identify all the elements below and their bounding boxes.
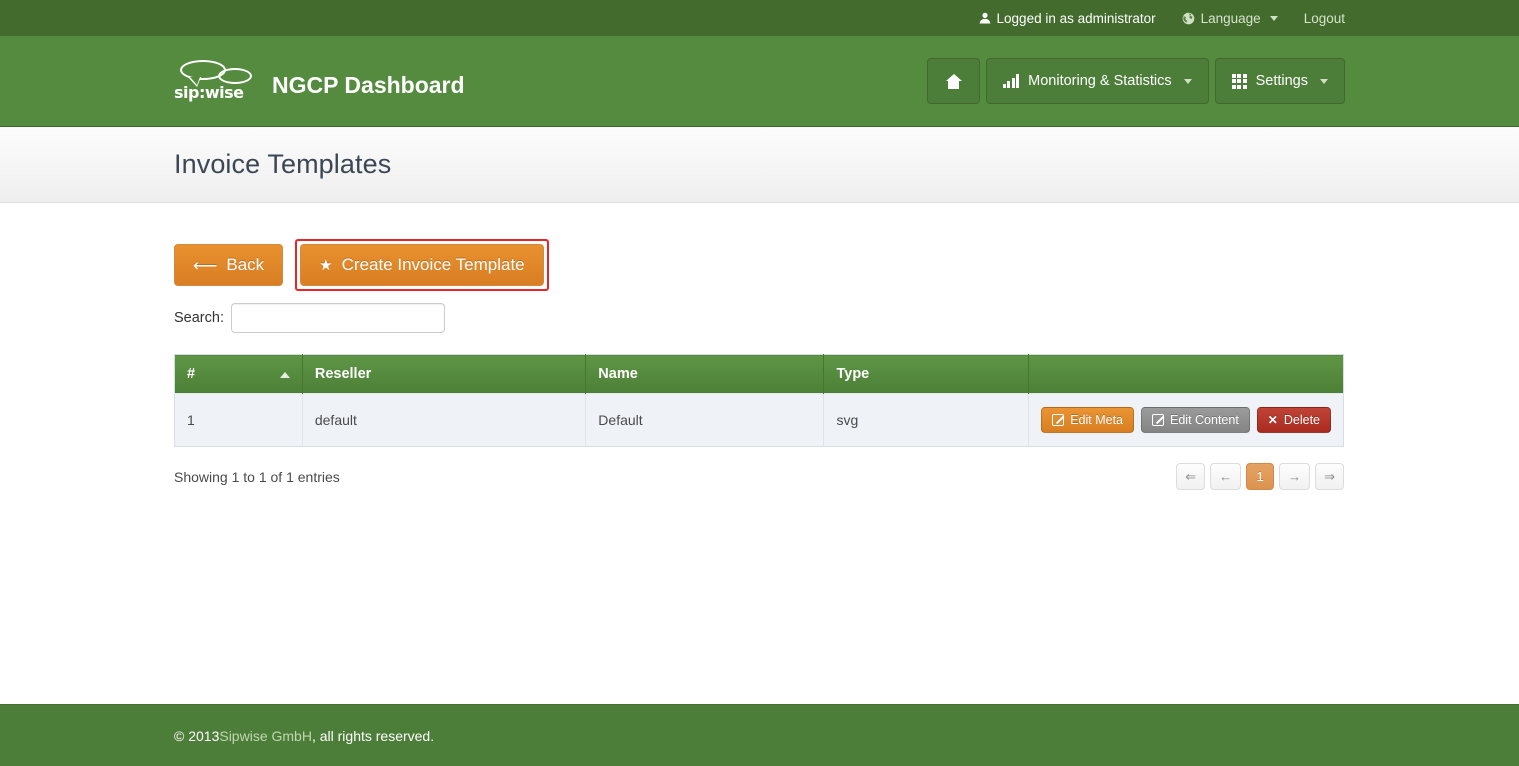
- nav-settings[interactable]: Settings: [1215, 58, 1345, 104]
- edit-icon: [1152, 414, 1164, 426]
- pagination-previous[interactable]: ←: [1210, 463, 1241, 490]
- copyright-suffix: , all rights reserved.: [312, 728, 434, 744]
- cell-type: svg: [824, 394, 1029, 447]
- table-body: 1 default Default svg Edit Meta Edi: [175, 394, 1344, 447]
- create-button-highlight: ★ Create Invoice Template: [295, 239, 548, 291]
- delete-button[interactable]: ✕ Delete: [1257, 407, 1331, 433]
- copyright-prefix: © 2013: [174, 728, 219, 744]
- create-invoice-template-button[interactable]: ★ Create Invoice Template: [300, 244, 543, 286]
- back-button[interactable]: ⟵ Back: [174, 244, 283, 286]
- sort-ascending-icon: [280, 372, 290, 378]
- home-icon: [945, 74, 962, 89]
- close-icon: ✕: [1268, 414, 1278, 426]
- page-title: Invoice Templates: [174, 149, 391, 180]
- pagination: ⇐ ← 1 → ⇒: [1176, 463, 1344, 490]
- column-header-number-label: #: [187, 366, 195, 382]
- search-row: Search:: [174, 303, 1345, 333]
- logged-in-user-label: Logged in as administrator: [997, 11, 1156, 26]
- back-button-label: Back: [226, 255, 264, 275]
- star-icon: ★: [319, 258, 332, 273]
- row-actions: Edit Meta Edit Content ✕ Delete: [1041, 407, 1331, 433]
- table-row: 1 default Default svg Edit Meta Edi: [175, 394, 1344, 447]
- nav-settings-label: Settings: [1256, 73, 1308, 89]
- pagination-page-1[interactable]: 1: [1246, 463, 1274, 490]
- delete-label: Delete: [1284, 413, 1320, 427]
- bar-chart-icon: [1003, 74, 1020, 88]
- column-header-name-label: Name: [598, 366, 638, 382]
- column-header-reseller-label: Reseller: [315, 366, 371, 382]
- cell-name: Default: [586, 394, 824, 447]
- table-head: # Reseller Name Type: [175, 355, 1344, 394]
- main-nav: Monitoring & Statistics Settings: [921, 58, 1345, 104]
- action-toolbar: ⟵ Back ★ Create Invoice Template: [174, 237, 1345, 293]
- cell-actions: Edit Meta Edit Content ✕ Delete: [1029, 394, 1344, 447]
- language-label: Language: [1201, 11, 1261, 26]
- invoice-templates-table: # Reseller Name Type: [174, 354, 1344, 447]
- main-content: ⟵ Back ★ Create Invoice Template Search:…: [0, 203, 1519, 490]
- column-header-reseller[interactable]: Reseller: [302, 355, 585, 394]
- logout-link[interactable]: Logout: [1304, 11, 1345, 26]
- nav-monitoring-statistics[interactable]: Monitoring & Statistics: [986, 58, 1209, 104]
- table-footer: Showing 1 to 1 of 1 entries ⇐ ← 1 → ⇒: [174, 463, 1344, 490]
- column-header-type[interactable]: Type: [824, 355, 1029, 394]
- column-header-actions: [1029, 355, 1344, 394]
- pagination-last[interactable]: ⇒: [1315, 463, 1344, 490]
- sipwise-logo-icon: sip:wise: [174, 60, 262, 102]
- cell-number: 1: [175, 394, 303, 447]
- arrow-left-icon: ⟵: [193, 257, 217, 274]
- column-header-number[interactable]: #: [175, 355, 303, 394]
- nav-monitoring-label: Monitoring & Statistics: [1028, 73, 1171, 89]
- page-title-band: Invoice Templates: [0, 127, 1519, 203]
- logged-in-user: Logged in as administrator: [979, 11, 1156, 26]
- search-input[interactable]: [231, 303, 445, 333]
- utility-bar: Logged in as administrator Language Logo…: [0, 0, 1519, 36]
- pagination-first[interactable]: ⇐: [1176, 463, 1205, 490]
- column-header-name[interactable]: Name: [586, 355, 824, 394]
- cell-reseller: default: [302, 394, 585, 447]
- logo-text: sip:wise: [174, 83, 244, 102]
- chevron-down-icon: [1184, 79, 1192, 84]
- user-icon: [979, 12, 991, 24]
- app-footer: © 2013 Sipwise GmbH, all rights reserved…: [0, 704, 1519, 766]
- language-menu[interactable]: Language: [1182, 11, 1278, 26]
- table-header-row: # Reseller Name Type: [175, 355, 1344, 394]
- nav-home-button[interactable]: [927, 58, 980, 104]
- app-root: Logged in as administrator Language Logo…: [0, 0, 1519, 766]
- brand-title: NGCP Dashboard: [272, 72, 465, 102]
- brand[interactable]: sip:wise NGCP Dashboard: [174, 60, 465, 102]
- column-header-type-label: Type: [836, 366, 869, 382]
- pagination-next[interactable]: →: [1279, 463, 1310, 490]
- edit-meta-label: Edit Meta: [1070, 413, 1123, 427]
- app-header: sip:wise NGCP Dashboard Monitoring & Sta…: [0, 36, 1519, 127]
- edit-meta-button[interactable]: Edit Meta: [1041, 407, 1134, 433]
- edit-icon: [1052, 414, 1064, 426]
- sipwise-company-link[interactable]: Sipwise GmbH: [219, 728, 312, 744]
- globe-icon: [1182, 12, 1195, 25]
- logout-label: Logout: [1304, 11, 1345, 26]
- chevron-down-icon: [1270, 16, 1278, 21]
- edit-content-button[interactable]: Edit Content: [1141, 407, 1250, 433]
- edit-content-label: Edit Content: [1170, 413, 1239, 427]
- chevron-down-icon: [1320, 79, 1328, 84]
- table-info: Showing 1 to 1 of 1 entries: [174, 469, 340, 485]
- grid-icon: [1232, 74, 1247, 89]
- search-label: Search:: [174, 310, 224, 326]
